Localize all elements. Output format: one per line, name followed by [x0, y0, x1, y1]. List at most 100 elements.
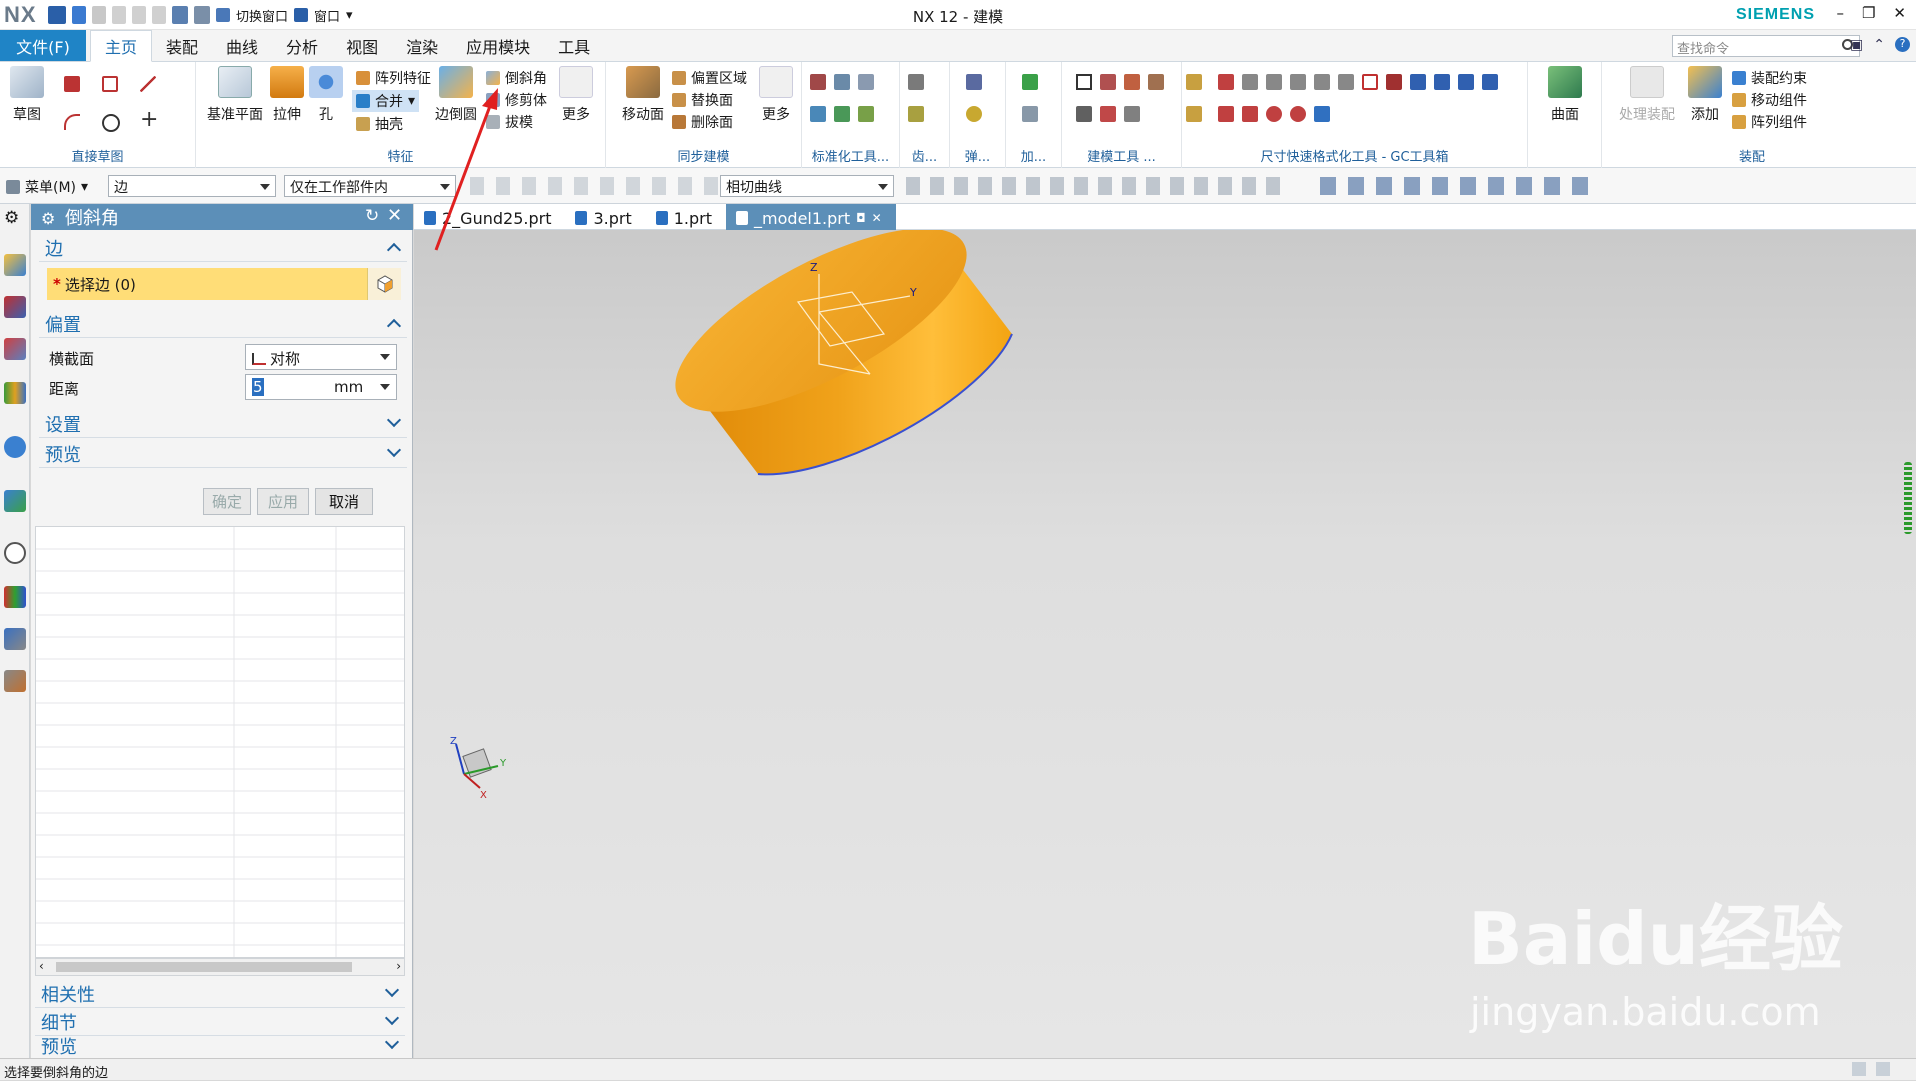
- close-tab-icon[interactable]: ✕: [872, 211, 882, 225]
- doc-tab-active[interactable]: _model1.prt ◘ ✕: [726, 204, 896, 230]
- trim-body-button[interactable]: 修剪体: [486, 90, 547, 110]
- process-studio-icon[interactable]: [4, 628, 26, 650]
- gc-tool-icon[interactable]: [1314, 106, 1330, 122]
- history-icon[interactable]: [4, 542, 26, 564]
- cylinder-body[interactable]: [651, 204, 1013, 476]
- line-icon[interactable]: [140, 76, 156, 92]
- surface-button[interactable]: 曲面: [1538, 66, 1592, 124]
- gear-icon[interactable]: ⚙: [4, 208, 26, 230]
- modeling-tool-icon[interactable]: [1076, 74, 1092, 90]
- shell-button[interactable]: 抽壳: [356, 114, 403, 134]
- tab-render[interactable]: 渲染: [392, 30, 452, 62]
- curve-rule-select[interactable]: 相切曲线: [720, 175, 894, 197]
- part-navigator-icon[interactable]: [4, 338, 26, 360]
- arc-icon[interactable]: [64, 114, 80, 130]
- select-edge-row[interactable]: * 选择边 (0): [47, 268, 401, 300]
- modeling-tool-icon[interactable]: [1076, 106, 1092, 122]
- scroll-left-icon[interactable]: ‹: [39, 959, 44, 973]
- gc-tool-icon[interactable]: [1218, 74, 1234, 90]
- section-preview[interactable]: 预览: [39, 440, 407, 468]
- tool-icon[interactable]: [810, 74, 826, 90]
- gc-tool-icon[interactable]: [1410, 74, 1426, 90]
- selection-filter-icons[interactable]: [470, 177, 720, 195]
- gc-tool-icon[interactable]: [1458, 74, 1474, 90]
- edge-blend-button[interactable]: 边倒圆: [432, 66, 480, 124]
- scroll-right-icon[interactable]: ›: [396, 959, 401, 973]
- cancel-button[interactable]: 取消: [315, 488, 373, 515]
- sync-more-button[interactable]: 更多: [754, 66, 798, 124]
- type-filter-select[interactable]: 边: [108, 175, 276, 197]
- hd3d-tools-icon[interactable]: [4, 436, 26, 458]
- cross-section-select[interactable]: 对称: [245, 344, 397, 370]
- circle-icon[interactable]: [102, 114, 120, 132]
- doc-tab[interactable]: 1.prt: [646, 204, 726, 230]
- selection-scope-select[interactable]: 仅在工作部件内: [284, 175, 456, 197]
- chamfer-button[interactable]: 倒斜角: [486, 68, 547, 88]
- tool-icon[interactable]: [858, 74, 874, 90]
- gc-tool-icon[interactable]: [1338, 74, 1354, 90]
- gc-tool-icon[interactable]: [1482, 74, 1498, 90]
- section-associativity[interactable]: 相关性: [35, 980, 405, 1008]
- assembly-navigator-icon[interactable]: [4, 254, 26, 276]
- tool-icon[interactable]: [834, 74, 850, 90]
- modeling-tool-icon[interactable]: [1124, 74, 1140, 90]
- distance-input[interactable]: 5 mm: [245, 374, 397, 400]
- sketch-button[interactable]: 草图: [0, 66, 54, 124]
- gc-tool-icon[interactable]: [1266, 106, 1282, 122]
- tab-analysis[interactable]: 分析: [272, 30, 332, 62]
- hole-button[interactable]: 孔: [304, 66, 348, 124]
- palette-icon[interactable]: [4, 586, 26, 608]
- gc-tool-icon[interactable]: [1434, 74, 1450, 90]
- pattern-feature-button[interactable]: 阵列特征: [356, 68, 431, 88]
- section-preview-bottom[interactable]: 预览: [35, 1032, 405, 1060]
- chevron-down-icon[interactable]: ▾: [408, 93, 415, 109]
- modeling-tool-icon[interactable]: [1124, 106, 1140, 122]
- status-icon[interactable]: [1876, 1062, 1890, 1076]
- add-component-button[interactable]: 添加: [1682, 66, 1728, 124]
- doc-tab[interactable]: 3.prt: [565, 204, 645, 230]
- rectangle-icon[interactable]: [102, 76, 118, 92]
- constraint-navigator-icon[interactable]: [4, 296, 26, 318]
- scroll-thumb[interactable]: [56, 962, 352, 972]
- modeling-tool-icon[interactable]: [1100, 74, 1116, 90]
- horizontal-scrollbar[interactable]: ‹ ›: [35, 958, 405, 976]
- file-menu-button[interactable]: 文件(F): [0, 30, 86, 61]
- profile-icon[interactable]: [64, 76, 80, 92]
- status-icon[interactable]: [1852, 1062, 1866, 1076]
- machining-tool-icon[interactable]: [1022, 74, 1038, 90]
- cube-select-icon[interactable]: [367, 268, 401, 300]
- section-offset[interactable]: 偏置: [39, 310, 407, 338]
- doc-tab[interactable]: 2_Gund25.prt: [414, 204, 565, 230]
- section-settings[interactable]: 设置: [39, 410, 407, 438]
- gear-tool-icon[interactable]: [908, 106, 924, 122]
- collapse-ribbon-icon[interactable]: ⌃: [1873, 37, 1885, 53]
- chevron-down-icon[interactable]: [380, 384, 390, 390]
- draft-button[interactable]: 拔模: [486, 112, 533, 132]
- snap-point-icons[interactable]: [906, 177, 1286, 195]
- move-face-button[interactable]: 移动面: [614, 66, 672, 124]
- gc-tool-icon[interactable]: [1218, 106, 1234, 122]
- offset-region-button[interactable]: 偏置区域: [672, 68, 747, 88]
- tab-assembly[interactable]: 装配: [152, 30, 212, 62]
- gc-tool-icon[interactable]: [1290, 74, 1306, 90]
- gear-icon[interactable]: ⚙: [41, 209, 55, 228]
- feature-more-button[interactable]: 更多: [554, 66, 598, 124]
- pattern-component-button[interactable]: 阵列组件: [1732, 112, 1807, 132]
- tab-home[interactable]: 主页: [90, 30, 153, 62]
- minimize-icon[interactable]: –: [1836, 4, 1844, 22]
- close-icon[interactable]: ✕: [1893, 4, 1906, 22]
- view-tool-icons[interactable]: [1320, 177, 1590, 195]
- tab-applications[interactable]: 应用模块: [452, 30, 544, 62]
- machining-tool-icon[interactable]: [1022, 106, 1038, 122]
- process-assembly-button[interactable]: 处理装配: [1612, 66, 1682, 124]
- gc-tool-icon[interactable]: [1266, 74, 1282, 90]
- point-icon[interactable]: +: [140, 109, 158, 131]
- menu-button[interactable]: 菜单(M) ▾: [6, 177, 88, 197]
- reuse-library-icon[interactable]: [4, 382, 26, 404]
- web-browser-icon[interactable]: [4, 490, 26, 512]
- gc-tool-icon[interactable]: [1242, 106, 1258, 122]
- tool-icon[interactable]: [834, 106, 850, 122]
- help-icon[interactable]: ?: [1895, 37, 1910, 52]
- ribbon-options-icon[interactable]: ▣: [1850, 37, 1863, 53]
- gear-tool-icon[interactable]: [908, 74, 924, 90]
